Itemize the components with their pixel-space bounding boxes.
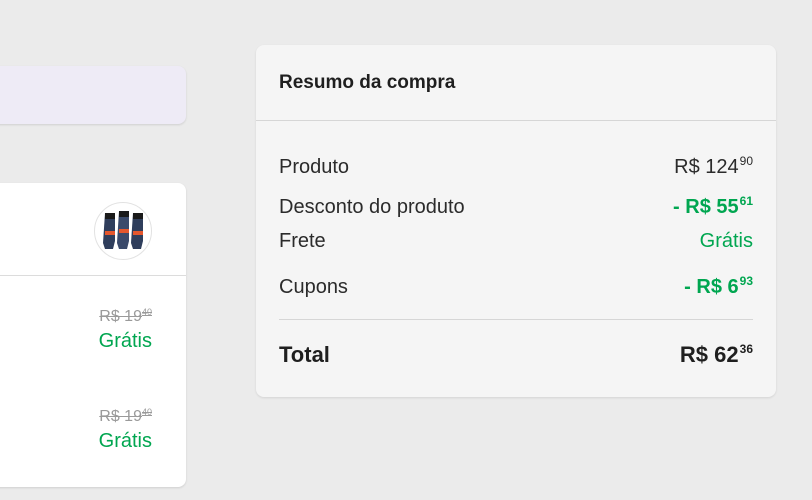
shipping-value: Grátis: [699, 230, 753, 252]
summary-row-shipping: Frete Grátis: [279, 221, 753, 261]
row-label: Cupons: [279, 276, 348, 298]
row-label: Frete: [279, 230, 326, 252]
summary-total-row: Total R$ 6236: [256, 320, 776, 368]
old-shipping-price: R$ 1940: [99, 407, 152, 425]
row-label: Produto: [279, 156, 350, 178]
purchase-summary-card: Resumo da compra Produto R$ 12490 Descon…: [256, 45, 776, 397]
product-thumbnail[interactable]: [94, 202, 152, 260]
summary-rows: Produto R$ 12490 Desconto do produto - R…: [256, 141, 776, 301]
summary-row-discount: Desconto do produto - R$ 5561: [279, 181, 753, 221]
total-value: R$ 6236: [679, 342, 753, 367]
summary-row-coupons: Cupons - R$ 693: [279, 261, 753, 301]
notice-banner: [0, 66, 186, 124]
checkout-page: R$ 1940 Grátis R$ 1940 Grátis Resumo da …: [0, 0, 812, 500]
summary-title: Resumo da compra: [256, 45, 776, 121]
shipping-row: R$ 1940 Grátis: [99, 301, 152, 354]
old-shipping-price: R$ 1940: [99, 307, 152, 325]
coupons-value: - R$ 693: [684, 274, 753, 298]
free-shipping-label: Grátis: [98, 430, 152, 452]
free-shipping-label: Grátis: [98, 330, 152, 352]
shipment-header: [0, 183, 186, 276]
shipment-card: R$ 1940 Grátis R$ 1940 Grátis: [0, 183, 186, 487]
socks-image: [103, 211, 143, 249]
total-label: Total: [279, 342, 330, 367]
shipping-row: R$ 1940 Grátis: [99, 401, 152, 454]
summary-row-product: Produto R$ 12490: [279, 141, 753, 181]
